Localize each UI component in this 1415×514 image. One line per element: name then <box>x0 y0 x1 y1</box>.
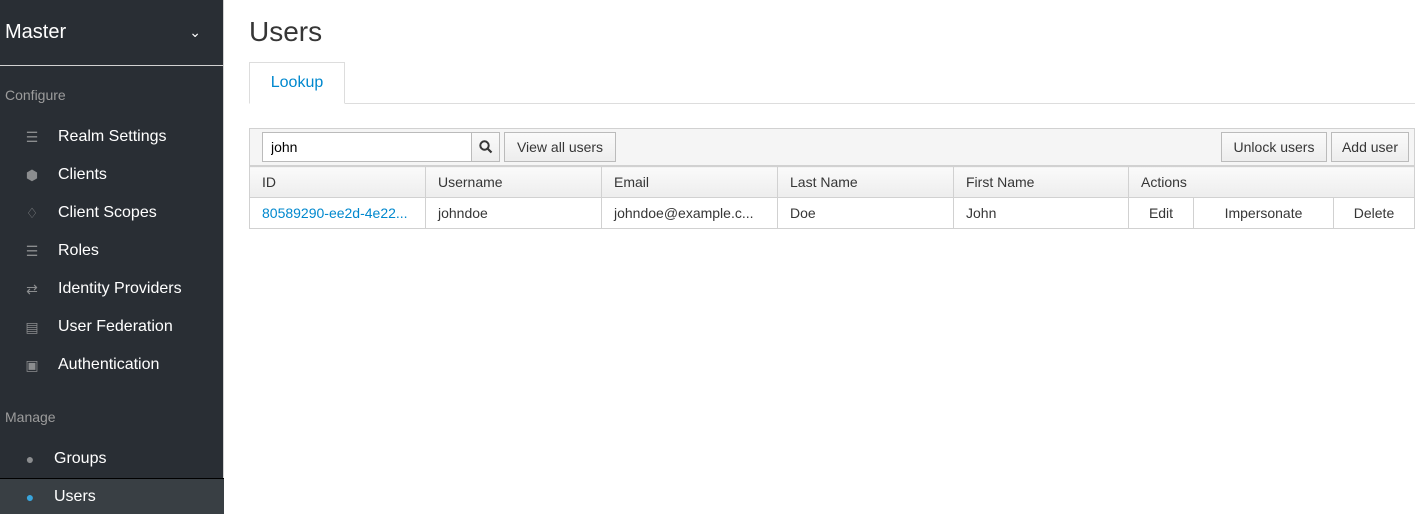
lock-icon: ▣ <box>25 356 39 373</box>
sidebar-item-label: User Federation <box>58 318 173 335</box>
sidebar-item-clients[interactable]: ⬢ Clients <box>0 157 224 193</box>
sidebar-item-label: Identity Providers <box>58 280 182 297</box>
search-input[interactable] <box>262 132 472 162</box>
sidebar-item-label: Client Scopes <box>58 204 157 221</box>
exchange-icon: ⇄ <box>26 280 38 297</box>
sidebar-item-user-federation[interactable]: ▤ User Federation <box>0 309 224 345</box>
sidebar-item-label: Users <box>54 487 96 505</box>
sidebar-item-label: Roles <box>58 242 99 259</box>
sidebar: Master ⌄ Configure ☰ Realm Settings ⬢ Clien… <box>0 0 224 514</box>
cell-last-name: Doe <box>777 197 954 229</box>
delete-button[interactable]: Delete <box>1333 197 1415 229</box>
sidebar-item-groups[interactable]: ● Groups <box>0 441 224 477</box>
database-icon: ▤ <box>25 318 39 335</box>
section-configure: Configure <box>5 87 66 103</box>
users-table: ID Username Email Last Name First Name A… <box>249 166 1415 229</box>
search-icon <box>478 140 492 154</box>
sidebar-item-label: Authentication <box>58 356 160 373</box>
sidebar-item-label: Clients <box>58 166 107 183</box>
col-id: ID <box>249 166 426 198</box>
col-last-name: Last Name <box>777 166 954 198</box>
toolbar: View all users Unlock users Add user <box>249 128 1415 166</box>
page-title: Users <box>249 16 323 47</box>
col-email: Email <box>601 166 778 198</box>
realm-selector[interactable]: Master ⌄ <box>0 0 223 66</box>
section-manage: Manage <box>5 409 56 425</box>
add-user-button[interactable]: Add user <box>1331 132 1409 162</box>
sliders-icon: ☰ <box>25 128 39 145</box>
user-id-link[interactable]: 80589290-ee2d-4e22... <box>262 205 408 221</box>
edit-button[interactable]: Edit <box>1128 197 1194 229</box>
view-all-users-button[interactable]: View all users <box>504 132 616 162</box>
tab-lookup[interactable]: Lookup <box>249 62 345 104</box>
table-header: ID Username Email Last Name First Name A… <box>249 166 1415 198</box>
realm-name: Master <box>5 21 67 43</box>
table-row: 80589290-ee2d-4e22... johndoe johndoe@ex… <box>249 197 1415 229</box>
sidebar-item-realm-settings[interactable]: ☰ Realm Settings <box>0 119 224 155</box>
sidebar-item-label: Groups <box>54 450 107 467</box>
chevron-down-icon: ⌄ <box>189 24 201 40</box>
sidebar-item-users[interactable]: ● Users <box>0 478 224 514</box>
sidebar-item-identity-providers[interactable]: ⇄ Identity Providers <box>0 271 224 307</box>
sidebar-item-authentication[interactable]: ▣ Authentication <box>0 347 224 383</box>
col-first-name: First Name <box>953 166 1129 198</box>
sidebar-item-label: Realm Settings <box>58 128 167 145</box>
users-icon: ● <box>25 451 35 467</box>
cell-username: johndoe <box>425 197 602 229</box>
server-icon: ☰ <box>25 242 39 259</box>
impersonate-button[interactable]: Impersonate <box>1193 197 1334 229</box>
cube-icon: ⬢ <box>25 166 39 183</box>
tab-bar: Lookup <box>249 62 1415 104</box>
unlock-users-button[interactable]: Unlock users <box>1221 132 1327 162</box>
cell-first-name: John <box>953 197 1129 229</box>
sidebar-item-roles[interactable]: ☰ Roles <box>0 233 224 269</box>
cell-email: johndoe@example.c... <box>601 197 778 229</box>
user-icon: ● <box>25 488 35 505</box>
cubes-icon: ♢ <box>25 204 39 221</box>
col-username: Username <box>425 166 602 198</box>
search-button[interactable] <box>471 132 500 162</box>
sidebar-item-client-scopes[interactable]: ♢ Client Scopes <box>0 195 224 231</box>
col-actions: Actions <box>1128 166 1415 198</box>
